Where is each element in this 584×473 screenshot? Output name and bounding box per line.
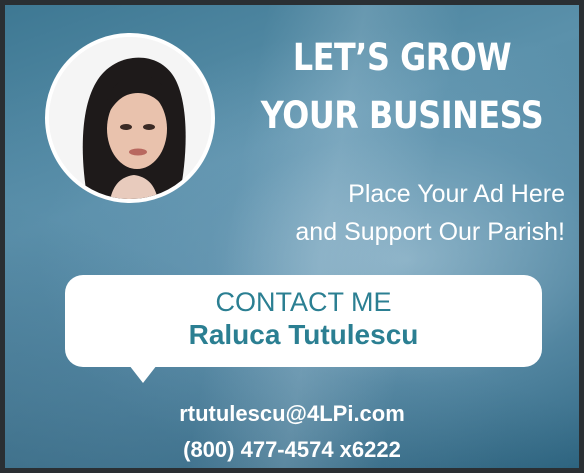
subtitle-line-2: and Support Our Parish! (295, 218, 565, 246)
subtitle: Place Your Ad Here and Support Our Paris… (295, 175, 565, 251)
subtitle-line-1: Place Your Ad Here (348, 180, 565, 208)
headline-line-1: LET’S GROW (292, 36, 512, 79)
phone-link[interactable]: (800) 477-4574 x6222 (5, 437, 579, 463)
contact-label: CONTACT ME (215, 287, 392, 317)
headline: LET’S GROW YOUR BUSINESS (260, 29, 544, 145)
profile-photo (45, 33, 215, 203)
contact-name: Raluca Tutulescu (188, 319, 419, 350)
contact-speech-bubble: CONTACT ME Raluca Tutulescu (65, 275, 542, 383)
headline-line-2: YOUR BUSINESS (260, 94, 544, 137)
portrait-image (49, 37, 211, 199)
ad-banner: LET’S GROW YOUR BUSINESS Place Your Ad H… (0, 0, 584, 473)
email-link[interactable]: rtutulescu@4LPi.com (5, 401, 579, 427)
